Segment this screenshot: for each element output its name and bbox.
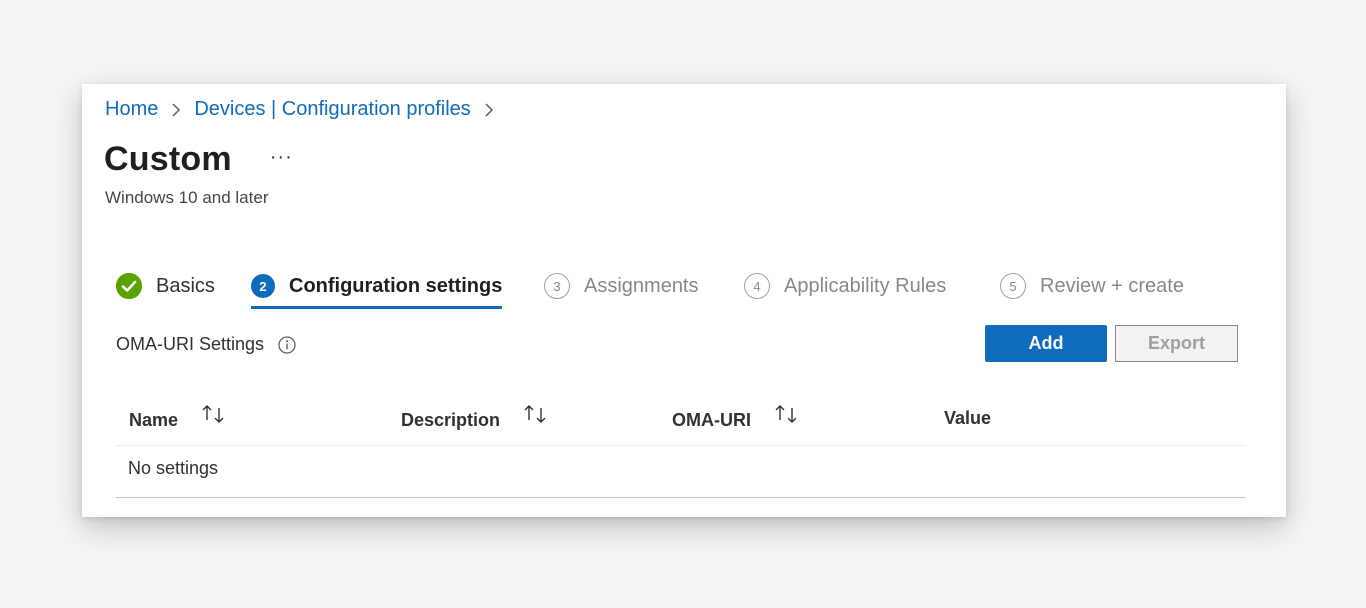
column-header-oma-uri[interactable]: OMA-URI: [672, 405, 801, 431]
info-icon[interactable]: [278, 335, 296, 354]
checkmark-icon: [116, 273, 142, 299]
breadcrumb-home[interactable]: Home: [105, 98, 158, 121]
step-label: Configuration settings: [289, 274, 503, 297]
more-options-icon[interactable]: ···: [270, 146, 293, 169]
step-label: Applicability Rules: [784, 274, 947, 297]
column-label: Value: [944, 408, 992, 428]
step-basics[interactable]: Basics: [116, 264, 215, 308]
column-header-value: Value: [944, 408, 991, 429]
sort-icon[interactable]: [200, 404, 228, 429]
breadcrumb: Home Devices | Configuration profiles: [105, 98, 507, 121]
table-row: No settings: [116, 446, 1246, 498]
column-header-description[interactable]: Description: [401, 405, 550, 431]
step-applicability-rules[interactable]: 4 Applicability Rules: [744, 264, 946, 308]
step-label: Basics: [156, 274, 215, 297]
step-label: Assignments: [584, 274, 699, 297]
page-subtitle: Windows 10 and later: [105, 188, 269, 207]
chevron-right-icon: [171, 101, 181, 119]
title-row: Custom ···: [104, 140, 293, 179]
step-number-badge: 3: [544, 273, 570, 299]
chevron-right-icon: [484, 101, 494, 119]
sort-icon[interactable]: [522, 404, 550, 429]
column-label: Name: [129, 410, 179, 430]
settings-table: Name Description OMA-URI Value No settin…: [116, 390, 1246, 498]
column-label: OMA-URI: [672, 410, 751, 430]
export-button[interactable]: Export: [1115, 325, 1238, 362]
page-title: Custom: [104, 140, 232, 178]
step-number-badge: 5: [1000, 273, 1026, 299]
step-review-create[interactable]: 5 Review + create: [1000, 264, 1184, 308]
breadcrumb-devices[interactable]: Devices | Configuration profiles: [194, 98, 470, 121]
column-label: Description: [401, 410, 501, 430]
column-header-name[interactable]: Name: [129, 405, 228, 431]
add-button[interactable]: Add: [985, 325, 1107, 362]
step-label: Review + create: [1040, 274, 1184, 297]
step-number-badge: 2: [251, 274, 275, 298]
section-label: OMA-URI Settings: [116, 334, 265, 354]
configuration-card: Home Devices | Configuration profiles Cu…: [82, 84, 1286, 517]
empty-state-text: No settings: [128, 458, 219, 478]
sort-icon[interactable]: [773, 404, 801, 429]
step-assignments[interactable]: 3 Assignments: [544, 264, 699, 308]
table-header: Name Description OMA-URI Value: [116, 390, 1246, 446]
oma-uri-settings-heading: OMA-URI Settings: [116, 334, 296, 355]
step-number-badge: 4: [744, 273, 770, 299]
wizard-steps: Basics 2 Configuration settings 3 Assign…: [116, 264, 1216, 309]
step-configuration-settings[interactable]: 2 Configuration settings: [251, 264, 503, 309]
